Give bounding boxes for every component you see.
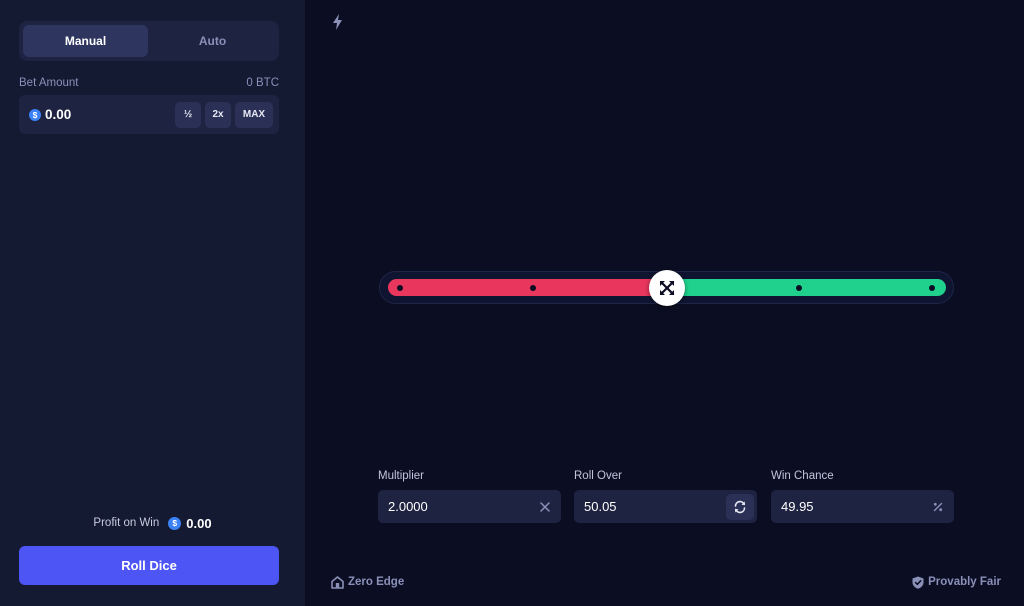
roll-over-label: Roll Over bbox=[574, 470, 622, 482]
close-icon bbox=[535, 497, 555, 517]
bet-sidebar: Manual Auto Bet Amount 0 BTC $ 0.00 ½ 2x… bbox=[0, 0, 305, 606]
bet-amount-header: Bet Amount 0 BTC bbox=[19, 76, 279, 90]
shield-check-icon bbox=[912, 576, 924, 589]
roll-over-field[interactable]: 50.05 bbox=[574, 490, 757, 523]
bet-amount-input[interactable]: 0.00 bbox=[45, 107, 171, 122]
multiplier-stat: Multiplier 2.0000 bbox=[378, 470, 561, 523]
win-chance-field[interactable]: 49.95 bbox=[771, 490, 954, 523]
slider-tick bbox=[796, 285, 802, 291]
profit-on-win: Profit on Win $ 0.00 bbox=[0, 514, 305, 532]
crossed-arrows-icon bbox=[659, 280, 675, 296]
lightning-icon[interactable] bbox=[331, 14, 345, 30]
house-icon bbox=[331, 575, 344, 589]
multiplier-field[interactable]: 2.0000 bbox=[378, 490, 561, 523]
dollar-coin-icon: $ bbox=[29, 108, 41, 121]
win-chance-label: Win Chance bbox=[771, 470, 834, 482]
multiplier-label: Multiplier bbox=[378, 470, 425, 482]
swap-roll-button[interactable] bbox=[726, 493, 754, 520]
roll-slider[interactable] bbox=[379, 270, 954, 306]
roll-over-stat: Roll Over 50.05 bbox=[574, 470, 757, 523]
dollar-coin-icon: $ bbox=[168, 516, 182, 530]
game-area: Multiplier 2.0000 Roll Over 50.05 Win Ch… bbox=[305, 0, 1024, 606]
tab-manual[interactable]: Manual bbox=[23, 25, 148, 57]
bet-amount-field: $ 0.00 ½ 2x MAX bbox=[19, 95, 279, 134]
zero-edge-link[interactable]: Zero Edge bbox=[331, 575, 404, 589]
roll-dice-button[interactable]: Roll Dice bbox=[19, 546, 279, 585]
zero-edge-label: Zero Edge bbox=[348, 576, 405, 588]
slider-tick bbox=[530, 285, 536, 291]
refresh-icon bbox=[734, 500, 746, 513]
multiplier-input[interactable]: 2.0000 bbox=[388, 499, 535, 514]
slider-win-zone bbox=[664, 279, 946, 296]
dice-game-app: Manual Auto Bet Amount 0 BTC $ 0.00 ½ 2x… bbox=[0, 0, 1024, 606]
roll-over-input[interactable]: 50.05 bbox=[584, 499, 726, 514]
double-bet-button[interactable]: 2x bbox=[205, 101, 231, 128]
slider-tick bbox=[929, 285, 935, 291]
bet-amount-label: Bet Amount bbox=[19, 77, 79, 89]
profit-on-win-value: 0.00 bbox=[186, 515, 212, 531]
tab-auto[interactable]: Auto bbox=[150, 25, 275, 57]
mode-toggle: Manual Auto bbox=[19, 21, 279, 61]
win-chance-input[interactable]: 49.95 bbox=[781, 499, 928, 514]
slider-tick bbox=[397, 285, 403, 291]
max-bet-button[interactable]: MAX bbox=[235, 101, 273, 128]
slider-lose-zone bbox=[388, 279, 664, 296]
profit-on-win-label: Profit on Win bbox=[93, 517, 160, 529]
slider-handle[interactable] bbox=[649, 270, 685, 306]
half-bet-button[interactable]: ½ bbox=[175, 101, 201, 128]
bet-amount-crypto: 0 BTC bbox=[246, 77, 279, 89]
percent-icon bbox=[928, 497, 948, 517]
provably-fair-link[interactable]: Provably Fair bbox=[912, 575, 1001, 589]
win-chance-stat: Win Chance 49.95 bbox=[771, 470, 954, 523]
provably-fair-label: Provably Fair bbox=[928, 576, 1001, 588]
